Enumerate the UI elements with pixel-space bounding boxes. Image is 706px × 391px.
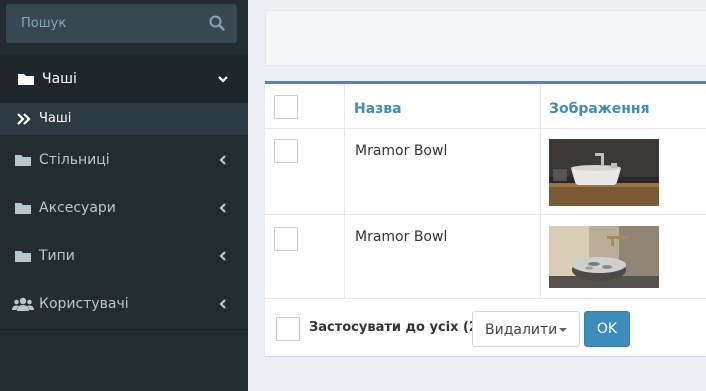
submenu-item-label: Чаші [39,111,72,126]
chevron-left-icon [219,155,226,165]
column-divider [344,215,345,298]
bulk-actions-bar: Застосувати до усіх (2) Видалити OK [265,299,706,359]
sidebar-item-label: Аксесуари [39,200,116,216]
submenu-item-bowls[interactable]: Чаші [0,103,248,135]
table-row: Mramor Bowl [265,215,706,299]
sidebar-item-accessories[interactable]: Аксесуари [0,184,248,232]
sidebar-item-label: Типи [39,248,75,264]
double-chevron-right-icon [17,113,31,125]
users-icon [12,297,34,311]
sidebar-item-users[interactable]: Користувачі [0,280,248,328]
folder-icon [15,203,31,214]
column-divider [540,215,541,298]
item-name[interactable]: Mramor Bowl [355,228,447,246]
sidebar-item-bowls[interactable]: Чаші [0,55,248,103]
row-checkbox[interactable] [274,139,298,163]
sink-thumbnail[interactable] [549,226,659,288]
caret-down-icon [559,328,567,332]
sidebar-item-label: Стільниці [39,152,110,168]
ok-button[interactable]: OK [584,311,630,347]
select-all-checkbox[interactable] [274,95,298,119]
column-divider [540,84,541,128]
folder-icon [15,155,31,166]
row-checkbox[interactable] [274,227,298,251]
column-header-image[interactable]: Зображення [549,100,650,118]
chevron-down-icon [218,76,228,83]
sidebar-item-countertops[interactable]: Стільниці [0,136,248,184]
apply-all-checkbox[interactable] [276,317,300,341]
search-input[interactable] [6,4,206,43]
column-divider [344,129,345,214]
bulk-action-value: Видалити [485,322,558,338]
folder-icon [15,251,31,262]
sink-thumbnail[interactable] [549,139,659,206]
filter-panel [265,10,706,66]
folder-icon [18,74,34,85]
table-header-row: Назва Зображення [265,84,706,129]
table-row: Mramor Bowl [265,129,706,215]
sidebar-item-label: Користувачі [39,296,129,312]
chevron-left-icon [219,251,226,261]
search-icon[interactable] [209,15,225,31]
chevron-left-icon [219,299,226,309]
sidebar-item-label: Чаші [42,71,77,87]
sidebar-item-types[interactable]: Типи [0,232,248,280]
apply-all-label: Застосувати до усіх (2) [309,320,484,335]
item-name[interactable]: Mramor Bowl [355,142,447,160]
column-header-name[interactable]: Назва [354,100,402,118]
sidebar-search [6,4,237,43]
bulk-action-select[interactable]: Видалити [472,311,580,347]
list-box: Назва Зображення Mramor Bowl Mramor Bowl… [265,81,706,356]
column-divider [344,84,345,128]
chevron-left-icon [219,203,226,213]
sidebar-divider [0,329,248,330]
column-divider [540,129,541,214]
sidebar: Чаші Чаші Стільниці Аксесуари [0,0,248,391]
